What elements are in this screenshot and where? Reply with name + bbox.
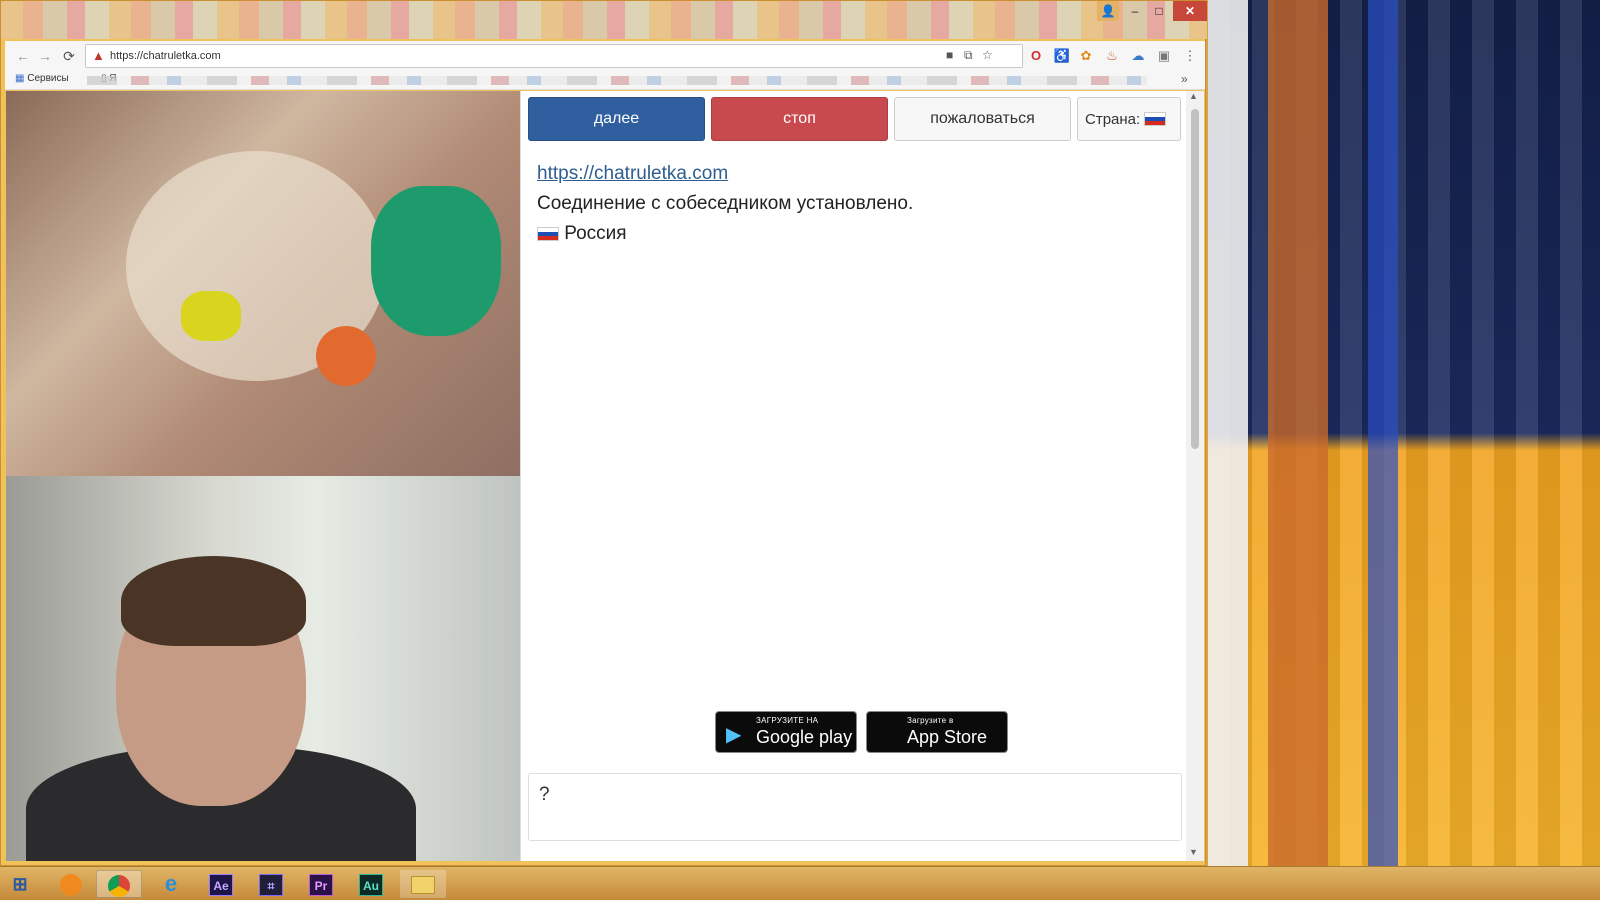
- connection-status: Соединение с собеседником установлено.: [537, 193, 914, 214]
- forward-icon[interactable]: →: [35, 46, 55, 66]
- bookmarks-bar: ▦ Сервисы ▯ Я »: [5, 71, 1205, 90]
- scroll-thumb[interactable]: [1191, 109, 1199, 449]
- chatroulette-page: далее стоп пожаловаться Страна: https://…: [6, 91, 1204, 861]
- green-mask: [371, 186, 501, 336]
- desktop-strip: [1268, 0, 1328, 866]
- stop-button[interactable]: стоп: [711, 97, 888, 141]
- country-select[interactable]: Страна:: [1077, 97, 1181, 141]
- desktop-strip: [1208, 0, 1248, 866]
- country-name: Россия: [564, 223, 627, 244]
- video-object: [181, 291, 241, 341]
- local-video: [6, 476, 520, 861]
- maximize-button[interactable]: □: [1147, 1, 1171, 21]
- back-icon[interactable]: ←: [13, 46, 33, 66]
- premiere-label: Pr: [309, 874, 333, 897]
- google-play-icon: ▶: [726, 724, 742, 746]
- taskbar: ⊞ e Ae ⌗ Pr Au: [0, 866, 1600, 900]
- warning-icon: ▲: [92, 48, 105, 63]
- after-effects-label: Ae: [209, 874, 233, 897]
- windows-start-icon[interactable]: ⊞: [0, 870, 40, 898]
- bookmarks-blurred: [87, 76, 1147, 85]
- media-encoder-label: ⌗: [259, 874, 283, 897]
- apps-grid-icon: ▦: [15, 73, 28, 84]
- page-scrollbar[interactable]: ▲ ▼: [1186, 91, 1204, 861]
- reload-icon[interactable]: ⟳: [59, 46, 79, 66]
- audition-label: Au: [359, 874, 383, 897]
- partner-country: Россия: [537, 219, 1157, 249]
- desktop-background: [1208, 0, 1600, 866]
- person-hair: [121, 556, 306, 646]
- google-play-caption: ЗАГРУЗИТЕ НА: [756, 716, 819, 725]
- app-store-caption: Загрузите в: [907, 716, 954, 725]
- report-button[interactable]: пожаловаться: [894, 97, 1071, 141]
- bookmarks-more-icon[interactable]: »: [1181, 72, 1188, 86]
- apps-label: Сервисы: [27, 73, 69, 84]
- opera-icon[interactable]: O: [1027, 47, 1045, 65]
- profile-icon[interactable]: 👤: [1097, 1, 1119, 21]
- after-effects-icon[interactable]: Ae: [198, 870, 244, 898]
- remote-video: [6, 91, 520, 476]
- premiere-icon[interactable]: Pr: [298, 870, 344, 898]
- desktop-strip: [1368, 0, 1398, 866]
- chat-messages: https://chatruletka.com Соединение с соб…: [537, 159, 1157, 249]
- address-bar[interactable]: ▲ https://chatruletka.com ■ ⧉ ☆: [85, 44, 1023, 68]
- cloud-icon[interactable]: ☁: [1129, 47, 1147, 65]
- screenshot-icon[interactable]: ▣: [1155, 47, 1173, 65]
- orange-app-icon[interactable]: [48, 870, 94, 898]
- russia-flag-icon: [537, 227, 559, 241]
- google-play-label: Google play: [756, 727, 853, 747]
- bookmark-apps[interactable]: ▦ Сервисы: [15, 73, 69, 84]
- color-wheel-icon[interactable]: ✿: [1077, 47, 1095, 65]
- message-input[interactable]: ?: [528, 773, 1182, 841]
- internet-explorer-icon[interactable]: e: [148, 870, 194, 898]
- tab-strip[interactable]: 👤 – □ ✕: [1, 1, 1207, 39]
- url-text[interactable]: https://chatruletka.com: [110, 50, 221, 62]
- country-label: Страна:: [1085, 110, 1141, 128]
- menu-icon[interactable]: ⋮: [1181, 47, 1199, 65]
- app-store-label: App Store: [907, 727, 988, 747]
- audition-icon[interactable]: Au: [348, 870, 394, 898]
- site-link[interactable]: https://chatruletka.com: [537, 163, 728, 184]
- file-explorer-icon[interactable]: [400, 870, 446, 898]
- minimize-button[interactable]: –: [1123, 1, 1147, 21]
- browser-window: 👤 – □ ✕ ← → ⟳ ▲ https://chatruletka.com …: [0, 0, 1207, 866]
- media-encoder-icon[interactable]: ⌗: [248, 870, 294, 898]
- star-icon[interactable]: ☆: [982, 48, 993, 62]
- chrome-icon[interactable]: [96, 870, 142, 898]
- next-button[interactable]: далее: [528, 97, 705, 141]
- flower: [316, 326, 376, 386]
- close-button[interactable]: ✕: [1173, 1, 1207, 21]
- app-store-badge[interactable]: Загрузите в App Store: [866, 711, 1008, 753]
- scroll-down-icon[interactable]: ▼: [1189, 847, 1198, 857]
- chat-panel: далее стоп пожаловаться Страна: https://…: [520, 91, 1186, 861]
- scroll-up-icon[interactable]: ▲: [1189, 91, 1198, 101]
- extension-icon[interactable]: ♿: [1053, 47, 1071, 65]
- google-play-badge[interactable]: ▶ ЗАГРУЗИТЕ НА Google play: [715, 711, 857, 753]
- browser-toolbar: ← → ⟳ ▲ https://chatruletka.com ■ ⧉ ☆ O …: [5, 41, 1205, 71]
- russia-flag-icon: [1144, 111, 1167, 126]
- camera-icon[interactable]: ■: [946, 48, 953, 62]
- translate-icon[interactable]: ⧉: [964, 48, 973, 63]
- fire-icon[interactable]: ♨: [1103, 47, 1121, 65]
